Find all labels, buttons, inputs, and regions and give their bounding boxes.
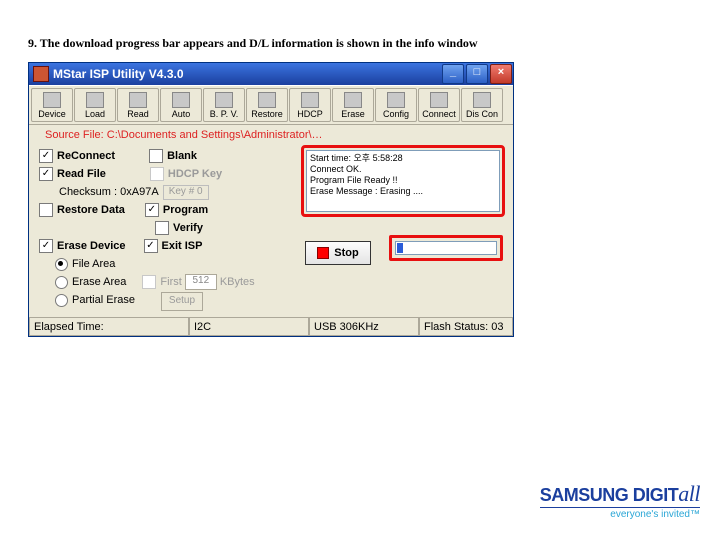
stop-button[interactable]: Stop (305, 241, 371, 265)
app-window: MStar ISP Utility V4.3.0 _ □ × Device Lo… (28, 62, 514, 337)
info-window-highlight: Start time: 오후 5:58:28 Connect OK. Progr… (301, 145, 505, 217)
erasedev-checkbox[interactable] (39, 239, 53, 253)
status-bus: I2C (189, 318, 309, 336)
bpv-icon (215, 92, 233, 108)
info-window: Start time: 오후 5:58:28 Connect OK. Progr… (306, 150, 500, 212)
exitisp-checkbox[interactable] (144, 239, 158, 253)
partial-label: Partial Erase (72, 294, 135, 306)
toolbar: Device Load Read Auto B. P. V. Restore H… (29, 85, 513, 125)
erasedev-label: Erase Device (57, 240, 126, 252)
close-button[interactable]: × (490, 64, 512, 84)
kbytes-label: KBytes (220, 276, 255, 288)
exitisp-label: Exit ISP (162, 240, 203, 252)
tool-erase[interactable]: Erase (332, 88, 374, 122)
minimize-button[interactable]: _ (442, 64, 464, 84)
hdcp-icon (301, 92, 319, 108)
device-icon (43, 92, 61, 108)
blank-checkbox[interactable] (149, 149, 163, 163)
connect-icon (430, 92, 448, 108)
status-flash: Flash Status: 03 (419, 318, 513, 336)
blank-label: Blank (167, 150, 197, 162)
tool-restore[interactable]: Restore (246, 88, 288, 122)
checksum-label: Checksum : 0xA97A (59, 186, 159, 198)
first-label: First (160, 276, 181, 288)
tool-device[interactable]: Device (31, 88, 73, 122)
tool-config[interactable]: Config (375, 88, 417, 122)
program-label: Program (163, 204, 208, 216)
brand-tagline: everyone's invited™ (540, 507, 700, 520)
status-elapsed: Elapsed Time: (29, 318, 189, 336)
program-checkbox[interactable] (145, 203, 159, 217)
options-panel: ReConnect Blank Read File HDCP Key Check… (39, 147, 295, 309)
progress-fill (397, 243, 403, 253)
restore-icon (258, 92, 276, 108)
tool-connect[interactable]: Connect (418, 88, 460, 122)
title-bar: MStar ISP Utility V4.3.0 _ □ × (29, 63, 513, 85)
tool-discon[interactable]: Dis Con (461, 88, 503, 122)
erasearea-radio[interactable] (55, 276, 68, 289)
config-icon (387, 92, 405, 108)
status-bar: Elapsed Time: I2C USB 306KHz Flash Statu… (29, 317, 513, 336)
filearea-radio[interactable] (55, 258, 68, 271)
stop-label: Stop (334, 247, 358, 259)
progress-highlight (389, 235, 503, 261)
tool-load[interactable]: Load (74, 88, 116, 122)
auto-icon (172, 92, 190, 108)
verify-checkbox[interactable] (155, 221, 169, 235)
app-title: MStar ISP Utility V4.3.0 (53, 67, 184, 81)
hdcpkey-label: HDCP Key (168, 168, 222, 180)
discon-icon (473, 92, 491, 108)
figure-caption: 9. The download progress bar appears and… (28, 36, 478, 51)
first-checkbox (142, 275, 156, 289)
status-usb: USB 306KHz (309, 318, 419, 336)
restoredata-label: Restore Data (57, 204, 125, 216)
hdcpkey-checkbox (150, 167, 164, 181)
app-icon (33, 66, 49, 82)
reconnect-label: ReConnect (57, 150, 115, 162)
erase-icon (344, 92, 362, 108)
brand-name: SAMSUNG DIGITall (540, 481, 700, 507)
partial-radio[interactable] (55, 294, 68, 307)
tool-hdcp[interactable]: HDCP (289, 88, 331, 122)
reconnect-checkbox[interactable] (39, 149, 53, 163)
readfile-label: Read File (57, 168, 106, 180)
stop-icon (317, 247, 329, 259)
erasearea-label: Erase Area (72, 276, 126, 288)
setup-button: Setup (161, 292, 203, 311)
tool-auto[interactable]: Auto (160, 88, 202, 122)
brand-logo: SAMSUNG DIGITall everyone's invited™ (540, 481, 700, 520)
read-icon (129, 92, 147, 108)
filearea-label: File Area (72, 258, 115, 270)
first-field: 512 (185, 274, 217, 290)
tool-bpv[interactable]: B. P. V. (203, 88, 245, 122)
content-panel: Source File: C:\Documents and Settings\A… (29, 125, 513, 317)
readfile-checkbox[interactable] (39, 167, 53, 181)
restoredata-checkbox[interactable] (39, 203, 53, 217)
source-file-label: Source File: C:\Documents and Settings\A… (37, 129, 505, 144)
maximize-button[interactable]: □ (466, 64, 488, 84)
key-index-field: Key # 0 (163, 185, 209, 200)
tool-read[interactable]: Read (117, 88, 159, 122)
progress-bar (395, 241, 497, 255)
verify-label: Verify (173, 222, 203, 234)
load-icon (86, 92, 104, 108)
